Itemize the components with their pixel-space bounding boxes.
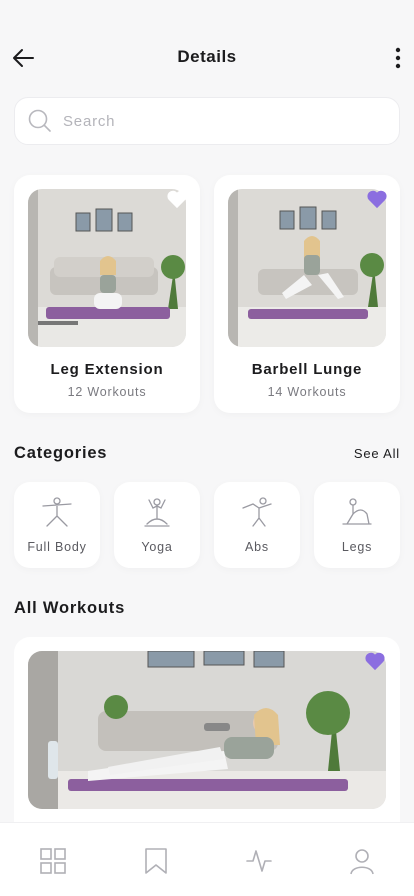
search-bar[interactable] xyxy=(14,97,400,145)
category-full-body[interactable]: Full Body xyxy=(14,482,100,568)
heart-shape xyxy=(367,190,387,209)
yoga-icon xyxy=(144,498,170,527)
see-all-link[interactable]: See All xyxy=(354,446,400,461)
category-label: Yoga xyxy=(141,540,173,554)
category-label: Legs xyxy=(341,540,373,554)
workout-photo xyxy=(228,189,386,347)
category-abs[interactable]: Abs xyxy=(214,482,300,568)
heart-icon[interactable] xyxy=(366,189,388,209)
bottom-tab-bar xyxy=(0,822,414,896)
grid-icon[interactable] xyxy=(39,847,67,875)
bookmark-icon[interactable] xyxy=(142,847,170,875)
full-body-icon xyxy=(42,497,72,527)
workout-count: 14 Workouts xyxy=(267,385,347,399)
workout-count: 12 Workouts xyxy=(67,385,147,399)
search-icon xyxy=(28,109,51,132)
workout-photo xyxy=(28,189,186,347)
abs-icon xyxy=(242,497,272,527)
heart-icon[interactable] xyxy=(166,189,188,209)
categories-title: Categories xyxy=(14,444,108,462)
workout-card-featured[interactable] xyxy=(14,637,400,837)
heart-icon[interactable] xyxy=(364,651,386,671)
activity-icon[interactable] xyxy=(245,847,273,875)
workout-card-barbell-lunge[interactable]: Barbell Lunge 14 Workouts xyxy=(214,175,400,413)
featured-workouts: Leg Extension 12 Workouts Barbell Lunge … xyxy=(14,175,400,413)
category-label: Full Body xyxy=(27,540,87,554)
heart-shape xyxy=(167,190,187,209)
workout-photo xyxy=(28,651,386,809)
legs-icon xyxy=(342,498,372,525)
category-yoga[interactable]: Yoga xyxy=(114,482,200,568)
heart-shape xyxy=(365,652,385,671)
category-label: Abs xyxy=(245,540,269,554)
page-title: Details xyxy=(177,47,237,66)
all-workouts-title: All Workouts xyxy=(14,599,126,617)
workout-card-leg-extension[interactable]: Leg Extension 12 Workouts xyxy=(14,175,200,413)
category-list: Full Body Yoga Abs Legs xyxy=(14,482,400,568)
search-input[interactable] xyxy=(63,112,363,130)
category-legs[interactable]: Legs xyxy=(314,482,400,568)
profile-icon[interactable] xyxy=(348,847,376,875)
more-options-icon[interactable] xyxy=(390,45,406,71)
app-header: Details xyxy=(0,36,414,80)
workout-name: Barbell Lunge xyxy=(251,361,363,378)
workout-name: Leg Extension xyxy=(50,361,164,378)
